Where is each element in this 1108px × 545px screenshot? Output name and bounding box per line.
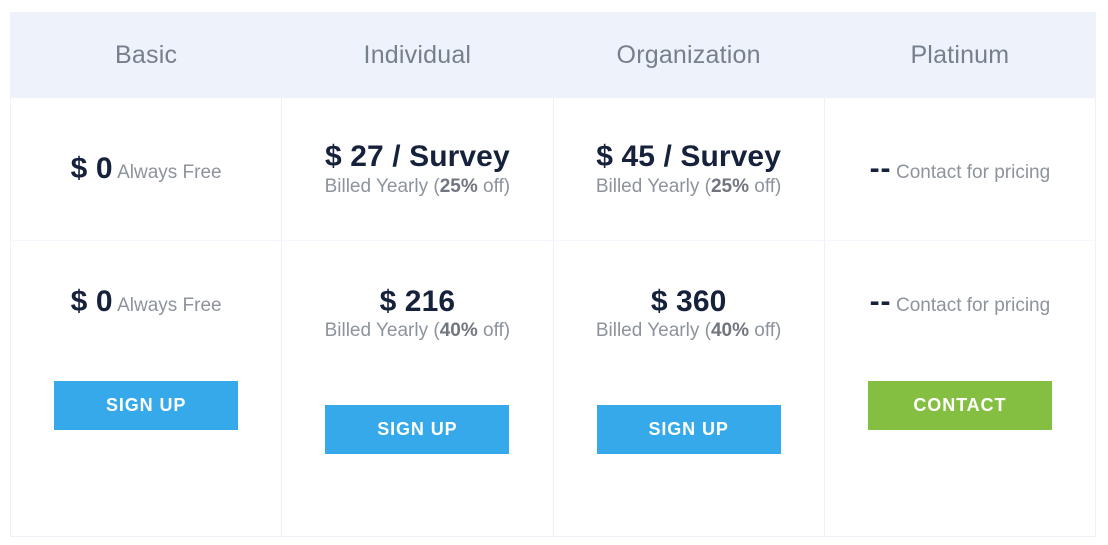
price-cell-individual-yearly: $ 216 Billed Yearly (40% off) SIGN UP <box>281 240 554 537</box>
price-block: $ 0 Always Free <box>65 284 228 319</box>
cta-slot: SIGN UP <box>596 405 781 455</box>
price-note: Billed Yearly (40% off) <box>325 320 511 341</box>
price-amount: $ 45 / Survey <box>596 140 781 174</box>
price-amount: $ 216 <box>379 285 456 318</box>
plan-header-row: Basic Individual Organization Platinum <box>9 12 1097 98</box>
price-note: Always Free <box>117 295 222 316</box>
price-note-discount: 25% <box>710 175 749 197</box>
plan-header-platinum: Platinum <box>823 12 1097 98</box>
price-note: Always Free <box>117 162 222 183</box>
price-note-prefix: Billed Yearly ( <box>595 175 711 197</box>
price-note-prefix: Billed Yearly ( <box>324 320 440 342</box>
plan-header-basic: Basic <box>9 12 283 98</box>
price-block: $ 360 Billed Yearly (40% off) <box>554 284 824 343</box>
price-note-prefix: Always Free <box>117 162 222 184</box>
price-cell-individual-per-survey: $ 27 / Survey Billed Yearly (25% off) <box>281 97 554 241</box>
plan-header-individual: Individual <box>281 12 554 98</box>
price-cell-platinum-per-survey: -- Contact for pricing <box>823 97 1097 241</box>
plan-cell-stack: $ 360 Billed Yearly (40% off) SIGN UP <box>554 242 824 535</box>
price-block: -- Contact for pricing <box>825 151 1095 186</box>
price-amount: -- <box>869 285 892 318</box>
plan-name-label: Individual <box>363 40 472 69</box>
plan-name-label: Platinum <box>910 40 1010 69</box>
price-amount: $ 0 <box>70 285 113 318</box>
price-cell-organization-per-survey: $ 45 / Survey Billed Yearly (25% off) <box>552 97 825 241</box>
price-block: $ 0 Always Free <box>11 151 281 186</box>
sign-up-button-basic[interactable]: SIGN UP <box>54 381 239 431</box>
price-amount: $ 0 <box>70 152 113 186</box>
price-note-suffix: off) <box>477 175 511 197</box>
yearly-price-row: $ 0 Always Free SIGN UP $ 216 Billed Yea… <box>9 240 1097 537</box>
cta-slot: SIGN UP <box>325 405 510 455</box>
price-note: Billed Yearly (25% off) <box>325 176 511 197</box>
price-amount: $ 360 <box>650 285 727 318</box>
price-note-prefix: Always Free <box>117 295 222 316</box>
plan-cell-stack: $ 0 Always Free SIGN UP <box>11 242 281 535</box>
plan-cell-stack: -- Contact for pricing CONTACT <box>825 242 1095 535</box>
price-amount: -- <box>869 152 892 186</box>
price-cell-basic-per-survey: $ 0 Always Free <box>9 97 283 241</box>
price-cell-basic-yearly: $ 0 Always Free SIGN UP <box>9 240 283 537</box>
price-block: $ 27 / Survey Billed Yearly (25% off) <box>282 139 552 198</box>
price-cell-organization-yearly: $ 360 Billed Yearly (40% off) SIGN UP <box>552 240 825 537</box>
price-cell-platinum-yearly: -- Contact for pricing CONTACT <box>823 240 1097 537</box>
price-note-prefix: Billed Yearly ( <box>324 175 440 197</box>
price-block: $ 45 / Survey Billed Yearly (25% off) <box>554 139 824 198</box>
pricing-table-container: Basic Individual Organization Platinum $… <box>9 12 1097 537</box>
price-block: $ 216 Billed Yearly (40% off) <box>282 284 552 343</box>
pricing-table-body: $ 0 Always Free $ 27 / Survey Billed Yea… <box>9 97 1097 537</box>
pricing-table-header: Basic Individual Organization Platinum <box>9 12 1097 98</box>
cta-slot: CONTACT <box>867 381 1052 431</box>
price-note: Contact for pricing <box>896 162 1050 183</box>
cta-slot: SIGN UP <box>54 381 239 431</box>
price-note-prefix: Contact for pricing <box>896 295 1051 316</box>
price-note-suffix: off) <box>749 320 782 342</box>
price-note: Billed Yearly (25% off) <box>596 176 782 197</box>
price-note-suffix: off) <box>477 320 511 342</box>
price-note-discount: 40% <box>439 320 478 342</box>
contact-button-platinum[interactable]: CONTACT <box>867 381 1052 431</box>
price-block: -- Contact for pricing <box>864 284 1057 319</box>
price-note-prefix: Billed Yearly ( <box>595 320 711 342</box>
price-note-discount: 40% <box>710 320 749 342</box>
plan-header-organization: Organization <box>552 12 825 98</box>
plan-name-label: Basic <box>115 40 178 69</box>
pricing-table: Basic Individual Organization Platinum $… <box>9 12 1097 537</box>
sign-up-button-individual[interactable]: SIGN UP <box>325 405 510 455</box>
sign-up-button-organization[interactable]: SIGN UP <box>596 405 781 455</box>
plan-name-label: Organization <box>616 40 761 69</box>
price-note-suffix: off) <box>749 175 782 197</box>
price-note-discount: 25% <box>439 175 478 197</box>
price-note: Billed Yearly (40% off) <box>596 320 782 341</box>
price-note-prefix: Contact for pricing <box>896 162 1051 184</box>
price-amount: $ 27 / Survey <box>324 140 510 174</box>
per-survey-price-row: $ 0 Always Free $ 27 / Survey Billed Yea… <box>9 97 1097 241</box>
price-note: Contact for pricing <box>896 295 1050 316</box>
plan-cell-stack: $ 216 Billed Yearly (40% off) SIGN UP <box>282 242 552 535</box>
